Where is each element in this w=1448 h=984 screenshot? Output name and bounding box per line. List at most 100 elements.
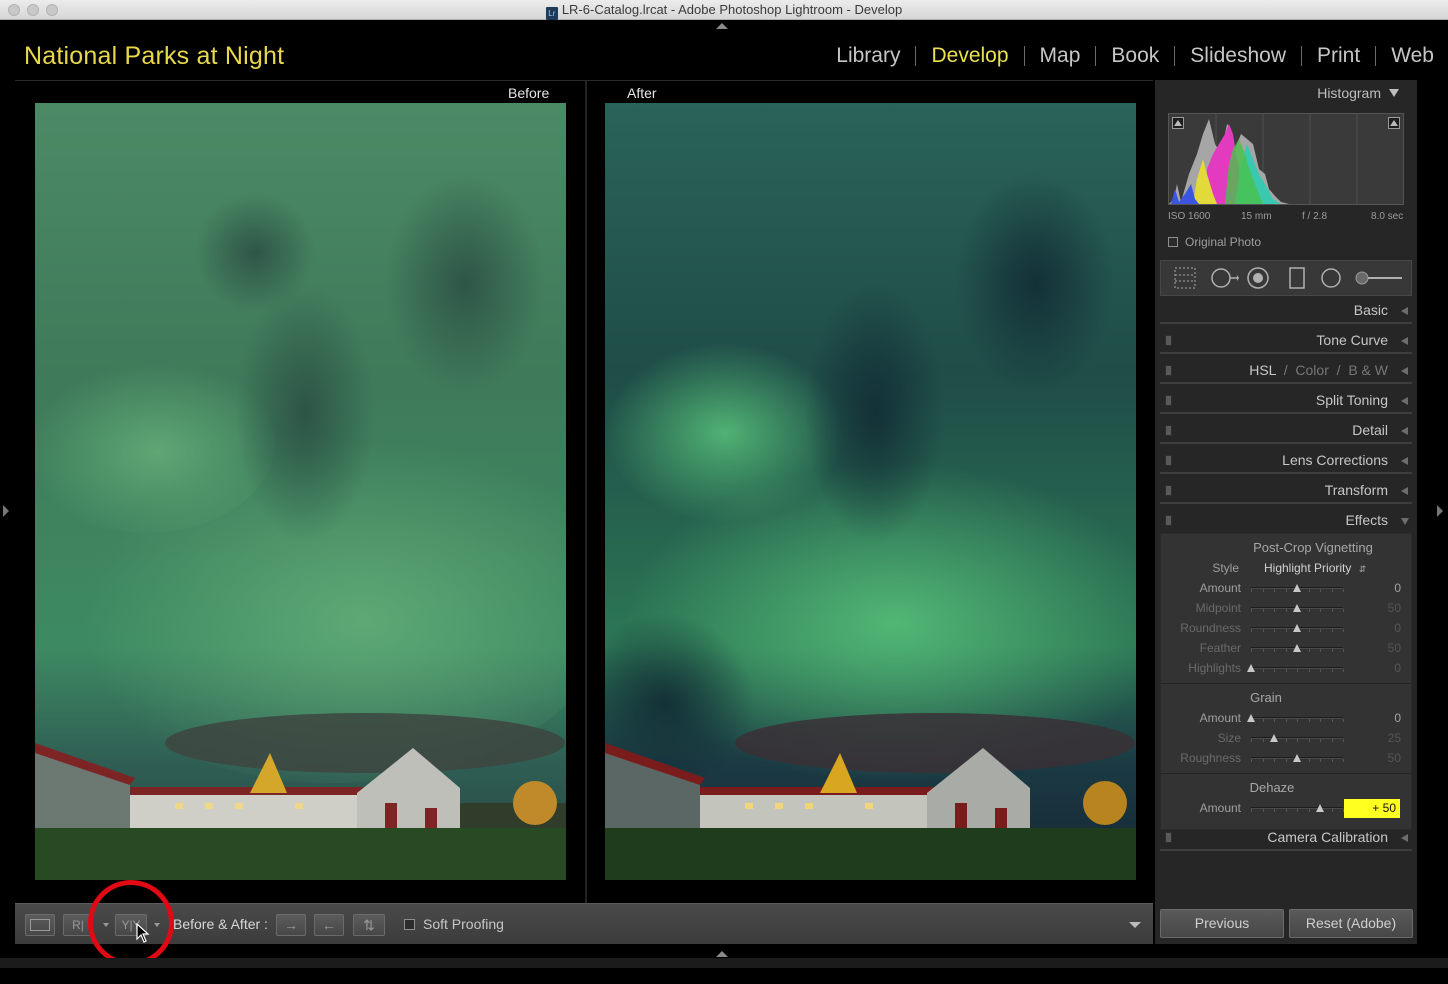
effects-panel: Post-Crop Vignetting Style Highlight Pri… bbox=[1160, 533, 1412, 830]
module-print[interactable]: Print bbox=[1317, 44, 1360, 68]
pane-divider bbox=[585, 81, 587, 903]
slider-thumb[interactable] bbox=[1270, 734, 1278, 742]
size-slider[interactable] bbox=[1251, 734, 1344, 742]
right-panel-toggle-icon[interactable] bbox=[1437, 505, 1443, 517]
before-photo[interactable] bbox=[35, 103, 566, 880]
panel-switch-icon[interactable] bbox=[1165, 365, 1172, 376]
panel-collapse-icon bbox=[1389, 89, 1399, 97]
panel-switch-icon[interactable] bbox=[1165, 425, 1172, 436]
panel-switch-icon[interactable] bbox=[1165, 515, 1172, 526]
camera-calibration-panel-header[interactable]: Camera Calibration bbox=[1160, 825, 1412, 851]
swap-before-after-button[interactable]: ⇅ bbox=[353, 914, 385, 936]
focal-length-readout: 15 mm bbox=[1241, 211, 1272, 222]
slider-value[interactable]: 50 bbox=[1388, 641, 1401, 655]
panel-switch-icon[interactable] bbox=[1165, 455, 1172, 466]
crop-overlay-icon[interactable] bbox=[1173, 261, 1197, 295]
panel-switch-icon[interactable] bbox=[1165, 832, 1172, 843]
loupe-icon bbox=[30, 919, 50, 931]
slider-value[interactable]: 50 bbox=[1388, 601, 1401, 615]
panel-switch-icon[interactable] bbox=[1165, 395, 1172, 406]
tab-bw[interactable]: B & W bbox=[1348, 362, 1388, 378]
slider-thumb[interactable] bbox=[1293, 754, 1301, 762]
lens-corrections-panel-header[interactable]: Lens Corrections bbox=[1160, 448, 1412, 474]
slider-value[interactable]: 0 bbox=[1394, 711, 1401, 725]
left-panel-toggle-icon[interactable] bbox=[3, 505, 9, 517]
copy-after-to-before-button[interactable]: ← bbox=[314, 914, 344, 936]
slider-thumb[interactable] bbox=[1293, 624, 1301, 632]
dehaze-amount-value[interactable]: + 50 bbox=[1344, 799, 1400, 818]
module-web[interactable]: Web bbox=[1391, 44, 1434, 68]
iso-readout: ISO 1600 bbox=[1168, 211, 1211, 222]
histogram-header[interactable]: Histogram bbox=[1317, 85, 1399, 101]
roughness-slider[interactable] bbox=[1251, 754, 1344, 762]
slider-thumb[interactable] bbox=[1316, 804, 1324, 812]
dehaze-amount-slider[interactable] bbox=[1251, 804, 1344, 812]
spot-removal-icon[interactable] bbox=[1209, 261, 1239, 295]
reset-button[interactable]: Reset (Adobe) bbox=[1289, 909, 1413, 938]
slider-thumb[interactable] bbox=[1293, 644, 1301, 652]
slider-thumb[interactable] bbox=[1293, 584, 1301, 592]
highlight-clipping-icon[interactable] bbox=[1388, 117, 1400, 129]
soft-proofing-checkbox[interactable] bbox=[404, 919, 415, 930]
previous-button[interactable]: Previous bbox=[1160, 909, 1284, 938]
roundness-slider[interactable] bbox=[1251, 624, 1344, 632]
module-separator bbox=[1095, 46, 1097, 66]
vignette-style-select[interactable]: Highlight Priority ⇵ bbox=[1264, 561, 1366, 575]
midpoint-slider[interactable] bbox=[1251, 604, 1344, 612]
slider-thumb[interactable] bbox=[1293, 604, 1301, 612]
basic-panel-header[interactable]: Basic bbox=[1160, 298, 1412, 324]
module-library[interactable]: Library bbox=[836, 44, 900, 68]
slider-label: Roundness bbox=[1180, 621, 1241, 635]
original-photo-checkbox[interactable] bbox=[1168, 237, 1178, 247]
module-book[interactable]: Book bbox=[1111, 44, 1159, 68]
histogram[interactable] bbox=[1168, 113, 1404, 205]
highlights-slider[interactable] bbox=[1247, 664, 1344, 672]
amount-slider[interactable] bbox=[1247, 714, 1344, 722]
graduated-filter-icon[interactable] bbox=[1287, 261, 1307, 295]
panel-switch-icon[interactable] bbox=[1165, 335, 1172, 346]
after-photo[interactable] bbox=[605, 103, 1136, 880]
detail-panel-header[interactable]: Detail bbox=[1160, 418, 1412, 444]
slider-value[interactable]: 0 bbox=[1394, 661, 1401, 675]
top-panel-toggle-icon[interactable] bbox=[716, 23, 728, 29]
feather-slider[interactable] bbox=[1251, 644, 1344, 652]
transform-panel-header[interactable]: Transform bbox=[1160, 478, 1412, 504]
original-photo-label: Original Photo bbox=[1185, 235, 1262, 249]
module-separator bbox=[1301, 46, 1302, 66]
hsl-panel-header[interactable]: HSL / Color / B & W bbox=[1160, 358, 1412, 384]
panel-expand-icon bbox=[1401, 834, 1408, 842]
tone-curve-panel-header[interactable]: Tone Curve bbox=[1160, 328, 1412, 354]
panel-switch-icon[interactable] bbox=[1165, 485, 1172, 496]
copy-before-to-after-button[interactable]: → bbox=[276, 914, 306, 936]
tab-color[interactable]: Color bbox=[1295, 362, 1328, 378]
filmstrip-toggle-icon[interactable] bbox=[716, 951, 728, 957]
slider-label: Highlights bbox=[1188, 661, 1241, 675]
module-slideshow[interactable]: Slideshow bbox=[1190, 44, 1286, 68]
before-after-label: Before & After : bbox=[173, 916, 268, 932]
amount-slider[interactable] bbox=[1251, 584, 1344, 592]
slider-value[interactable]: 0 bbox=[1394, 621, 1401, 635]
dehaze-amount-label: Amount bbox=[1199, 801, 1241, 815]
adjustment-brush-icon[interactable] bbox=[1354, 261, 1404, 295]
effects-panel-header[interactable]: Effects bbox=[1160, 508, 1412, 534]
module-separator bbox=[1375, 46, 1377, 66]
slider-thumb[interactable] bbox=[1247, 664, 1255, 672]
slider-value[interactable]: 25 bbox=[1388, 731, 1401, 745]
split-toning-panel-header[interactable]: Split Toning bbox=[1160, 388, 1412, 414]
slider-thumb[interactable] bbox=[1247, 714, 1255, 722]
slider-value[interactable]: 50 bbox=[1388, 751, 1401, 765]
module-develop[interactable]: Develop bbox=[931, 44, 1008, 68]
loupe-view-button[interactable] bbox=[25, 914, 55, 936]
bottom-bar bbox=[0, 958, 1448, 968]
module-map[interactable]: Map bbox=[1040, 44, 1081, 68]
slider-value[interactable]: 0 bbox=[1394, 581, 1401, 595]
shadow-clipping-icon[interactable] bbox=[1172, 117, 1184, 129]
shutter-readout: 8.0 sec bbox=[1371, 211, 1404, 222]
before-label: Before bbox=[508, 85, 550, 101]
slider-label: Midpoint bbox=[1195, 601, 1241, 615]
module-picker: Library Develop Map Book Slideshow Print… bbox=[836, 44, 1434, 68]
red-eye-icon[interactable] bbox=[1246, 261, 1270, 295]
radial-filter-icon[interactable] bbox=[1319, 261, 1343, 295]
tab-hsl[interactable]: HSL bbox=[1249, 362, 1276, 378]
toolbar-content-menu-icon[interactable] bbox=[1129, 922, 1141, 928]
